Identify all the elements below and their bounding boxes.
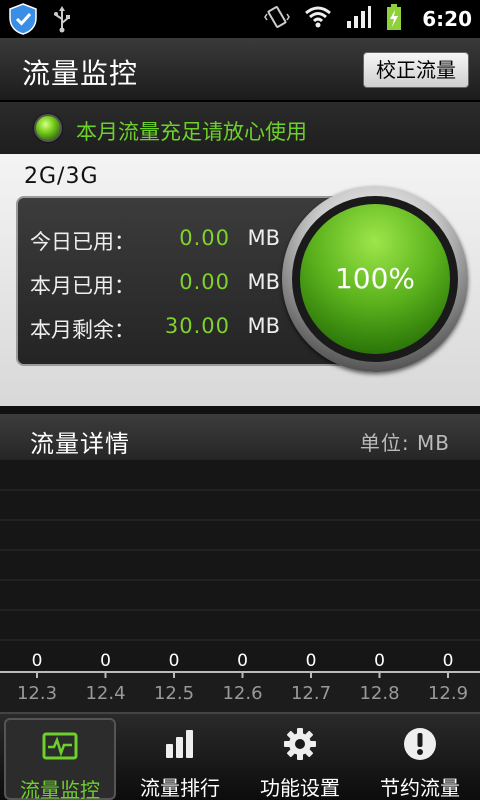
tab-traffic-ranking[interactable]: 流量排行 — [120, 718, 240, 800]
page-title: 流量监控 — [22, 57, 139, 90]
app-screen: 6:20 流量监控 校正流量 本月流量充足请放心使用 2G/3G 今日已用： 0… — [0, 0, 480, 800]
calibrate-traffic-button[interactable]: 校正流量 — [363, 52, 469, 88]
traffic-panel: 2G/3G 今日已用： 0.00 MB 本月已用： 0.00 MB 本月剩余： … — [0, 154, 480, 406]
status-bar: 6:20 — [0, 0, 480, 38]
stat-unit: MB — [247, 226, 280, 250]
chart-data-label: 0 — [100, 651, 111, 671]
chart-data-label: 0 — [169, 651, 180, 671]
stat-value: 30.00 — [164, 314, 230, 338]
chart-x-tick-label: 12.3 — [17, 683, 57, 704]
stat-label: 今日已用： — [30, 230, 135, 254]
stat-row-month-used: 本月已用： 0.00 MB — [30, 270, 280, 300]
tab-bar: 流量监控 流量排行 功能设置 节约流量 — [0, 712, 480, 800]
tab-label: 节约流量 — [380, 776, 460, 800]
tab-traffic-monitor[interactable]: 流量监控 — [4, 718, 116, 800]
gear-icon — [282, 726, 318, 762]
traffic-chart: 0 12.3 0 12.4 0 12.5 0 12.6 0 12.7 0 12.8 0 12.9 — [0, 460, 480, 712]
battery-charging-icon — [386, 3, 402, 35]
monitor-icon — [42, 728, 78, 764]
chart-x-tick-label: 12.8 — [359, 683, 399, 704]
tab-label: 功能设置 — [260, 776, 340, 800]
vibrate-icon — [264, 4, 291, 34]
chart-x-tick-label: 12.7 — [291, 683, 331, 704]
chart-data-label: 0 — [443, 651, 454, 671]
chart-data-label: 0 — [306, 651, 317, 671]
chart-x-tick-label: 12.5 — [154, 683, 194, 704]
stat-unit: MB — [247, 314, 280, 338]
detail-header: 流量详情 单位: MB — [0, 414, 480, 460]
gauge-percent: 100% — [300, 204, 450, 354]
stat-unit: MB — [247, 270, 280, 294]
tab-settings[interactable]: 功能设置 — [240, 718, 360, 800]
status-led-icon — [34, 114, 62, 142]
gauge-ring: 100% — [292, 196, 458, 362]
chart-data-label: 0 — [237, 651, 248, 671]
status-time: 6:20 — [422, 7, 472, 31]
unit-label: 单位: MB — [359, 431, 450, 455]
stat-row-month-remaining: 本月剩余： 30.00 MB — [30, 314, 280, 344]
usb-icon — [52, 5, 72, 37]
wifi-icon — [304, 5, 332, 33]
chart-x-tick-label: 12.9 — [428, 683, 468, 704]
stat-value: 0.00 — [179, 226, 230, 250]
chart-data-label: 0 — [32, 651, 43, 671]
remaining-gauge: 100% — [282, 186, 468, 372]
exclamation-icon — [402, 726, 438, 762]
bar-chart-icon — [162, 726, 198, 762]
tab-label: 流量排行 — [140, 776, 220, 800]
network-type-label: 2G/3G — [24, 164, 99, 189]
stat-label: 本月剩余： — [30, 318, 135, 342]
chart-svg: 0 12.3 0 12.4 0 12.5 0 12.6 0 12.7 0 12.8 0 12.9 — [0, 489, 480, 712]
detail-title: 流量详情 — [30, 430, 130, 458]
chart-x-tick-label: 12.6 — [222, 683, 262, 704]
tab-save-traffic[interactable]: 节约流量 — [360, 718, 480, 800]
chart-x-tick-label: 12.4 — [85, 683, 125, 704]
app-header: 流量监控 校正流量 — [0, 38, 480, 102]
stat-value: 0.00 — [179, 270, 230, 294]
chart-data-label: 0 — [374, 651, 385, 671]
status-message: 本月流量充足请放心使用 — [76, 120, 307, 144]
shield-check-icon — [8, 3, 38, 39]
signal-icon — [346, 5, 372, 33]
tab-label: 流量监控 — [20, 778, 100, 800]
status-strip: 本月流量充足请放心使用 — [0, 102, 480, 154]
stat-label: 本月已用： — [30, 274, 135, 298]
stat-row-today: 今日已用： 0.00 MB — [30, 226, 280, 256]
